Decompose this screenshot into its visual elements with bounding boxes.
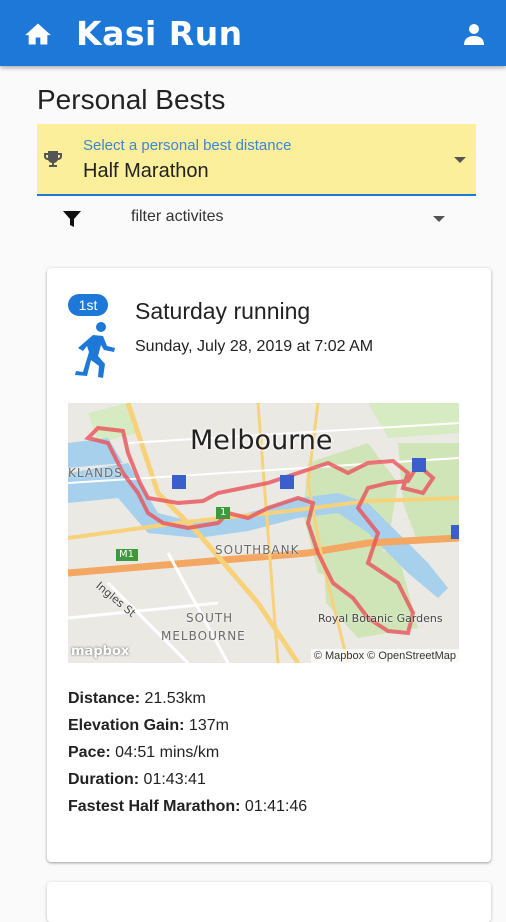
select-value: Half Marathon — [83, 160, 209, 182]
filter-icon — [63, 211, 81, 227]
filter-activities-select[interactable]: filter activites — [37, 200, 476, 236]
route-map[interactable]: Melbourne KLANDS SOUTHBANK SOUTH MELBOUR… — [68, 403, 459, 663]
filter-label: filter activites — [131, 208, 224, 225]
app-bar: Kasi Run — [0, 0, 506, 66]
mapbox-logo[interactable]: mapbox — [71, 644, 129, 659]
map-attribution[interactable]: © Mapbox © OpenStreetMap — [310, 649, 459, 663]
trophy-icon — [44, 151, 62, 167]
running-icon — [75, 322, 115, 378]
user-icon[interactable] — [462, 22, 486, 46]
stat-elevation: Elevation Gain: 137m — [68, 717, 229, 734]
map-label-m1: M1 — [119, 549, 134, 560]
stat-distance: Distance: 21.53km — [68, 690, 206, 707]
activity-stats: Distance: 21.53km Elevation Gain: 137m P… — [68, 685, 307, 820]
app-title: Kasi Run — [76, 14, 243, 53]
activity-date: Sunday, July 28, 2019 at 7:02 AM — [135, 338, 374, 355]
stat-duration: Duration: 01:43:41 — [68, 771, 206, 788]
personal-best-distance-select[interactable]: Select a personal best distance Half Mar… — [37, 124, 476, 196]
select-label: Select a personal best distance — [83, 137, 292, 154]
page-title: Personal Bests — [37, 84, 226, 115]
home-icon[interactable] — [24, 22, 52, 46]
map-label-gardens: Royal Botanic Gardens — [318, 612, 443, 625]
map-label-southbank: SOUTHBANK — [215, 543, 300, 557]
activity-title: Saturday running — [135, 298, 311, 324]
stat-fastest: Fastest Half Marathon: 01:41:46 — [68, 798, 308, 815]
dropdown-arrow-icon — [433, 216, 445, 222]
map-city-label: Melbourne — [190, 425, 333, 456]
map-label-one: 1 — [220, 507, 227, 518]
map-label-lands: KLANDS — [68, 466, 123, 480]
stat-pace: Pace: 04:51 mins/km — [68, 744, 220, 761]
map-label-south-melbourne: MELBOURNE — [161, 629, 246, 643]
rank-badge: 1st — [68, 294, 108, 316]
dropdown-arrow-icon — [454, 157, 466, 163]
map-label-south: SOUTH — [186, 611, 234, 625]
activity-card[interactable]: 1st Saturday running Sunday, July 28, 20… — [47, 268, 491, 862]
activity-card[interactable] — [47, 882, 491, 922]
